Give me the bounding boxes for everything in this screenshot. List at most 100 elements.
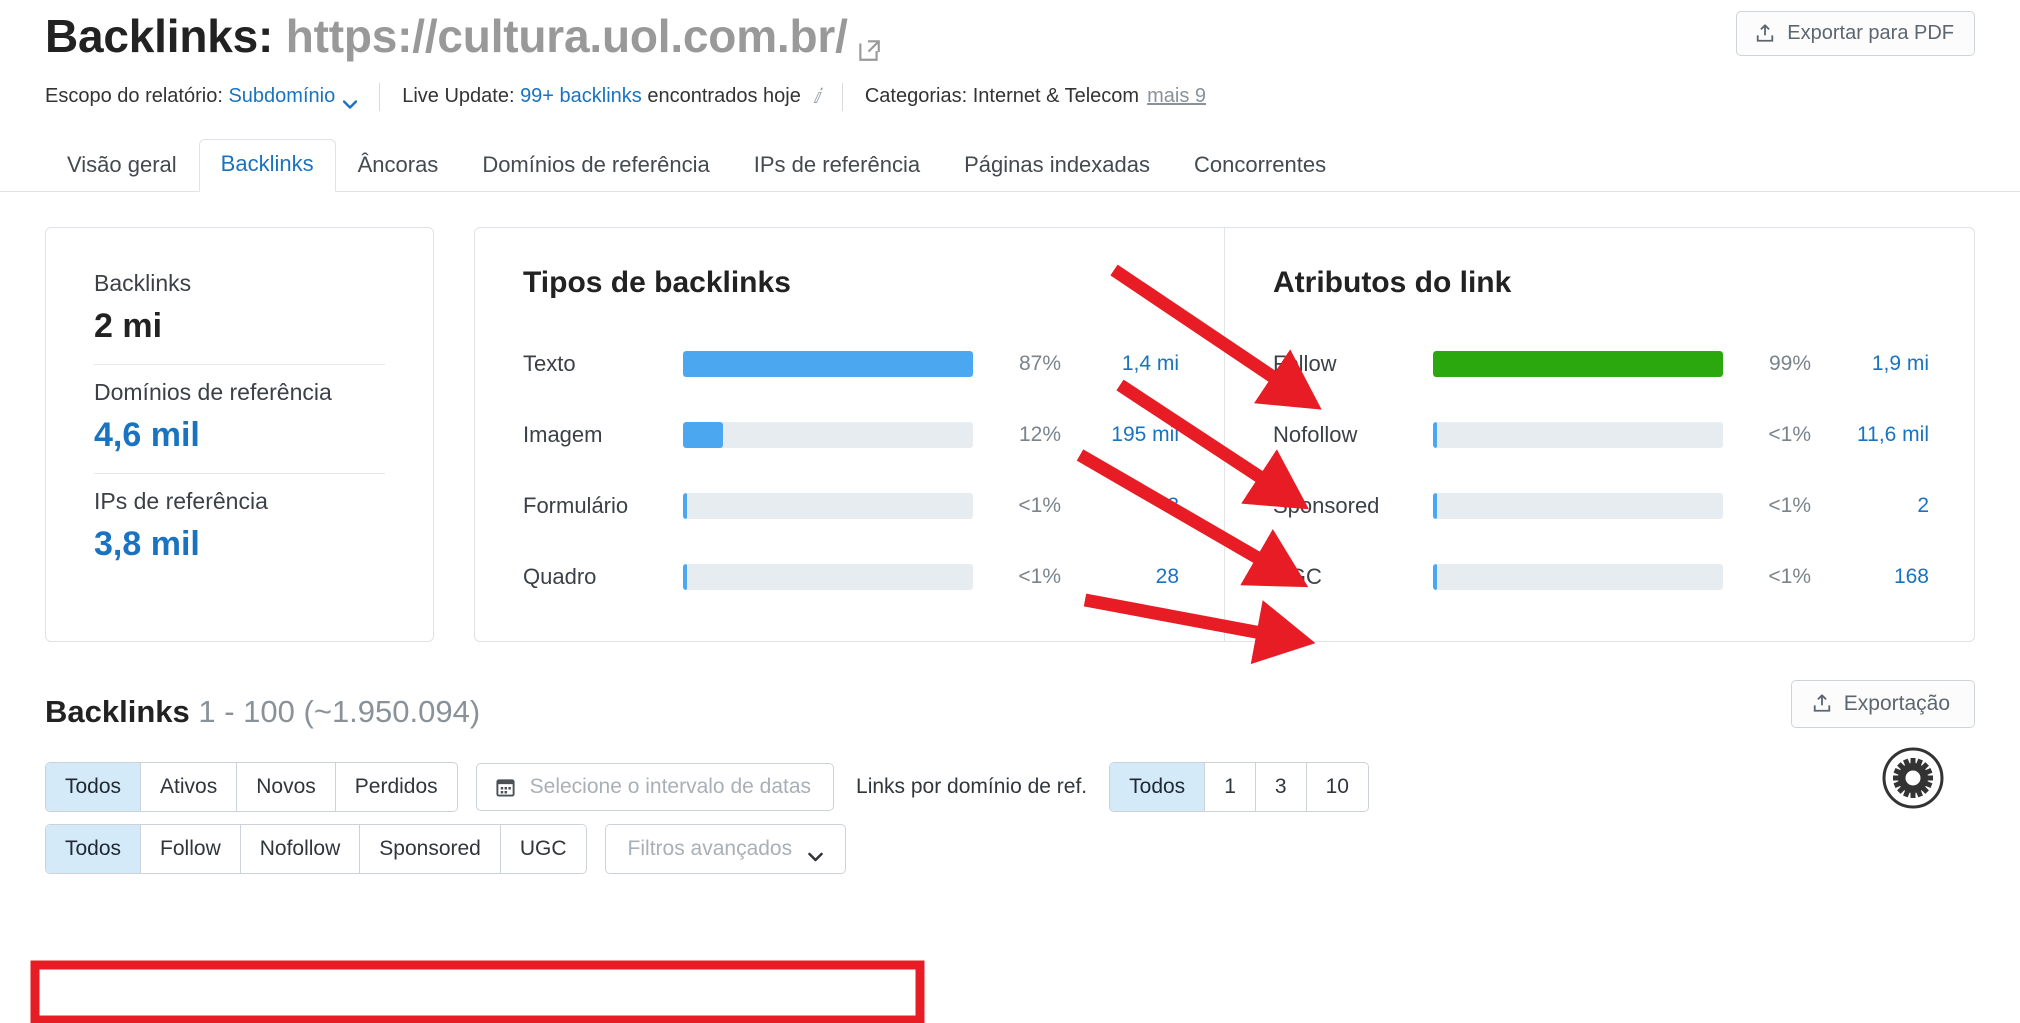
tabs: Visão geral Backlinks Âncoras Domínios d…: [0, 137, 2020, 192]
categories-more-link[interactable]: mais 9: [1147, 85, 1206, 108]
gear-icon[interactable]: [1882, 747, 1944, 809]
bar-percent: 99%: [1768, 351, 1811, 375]
annotation-highlight-box: [30, 960, 925, 1023]
stat-backlinks: Backlinks 2 mi: [94, 256, 385, 364]
categories-label: Categorias:: [864, 85, 968, 108]
categories-value: Internet & Telecom: [972, 85, 1140, 108]
backlinks-heading-bold: Backlinks: [45, 693, 190, 729]
bar-fill: [683, 563, 688, 590]
bar-count[interactable]: 2: [1811, 494, 1929, 518]
bar-count[interactable]: 3: [1061, 494, 1179, 518]
links-per-domain-10[interactable]: 10: [1306, 762, 1368, 811]
filters-row-attributes: Todos Follow Nofollow Sponsored UGC Filt…: [45, 823, 1975, 874]
bar-label: UGC: [1273, 563, 1322, 589]
bar-percent: <1%: [1768, 422, 1811, 446]
links-per-domain-group: Todos 1 3 10: [1109, 761, 1369, 812]
status-filter-todos[interactable]: Todos: [46, 762, 142, 811]
date-range-input[interactable]: Selecione o intervalo de datas: [475, 762, 835, 811]
report-scope-value[interactable]: Subdomínio: [228, 85, 335, 108]
chevron-down-icon: [808, 844, 823, 862]
bar-label: Quadro: [523, 563, 597, 589]
bar-count[interactable]: 195 mil: [1061, 423, 1179, 447]
upload-icon: [1755, 23, 1775, 44]
upload-icon: [1812, 693, 1832, 714]
filters-row-status: Todos Ativos Novos Perdidos Selecione o …: [45, 761, 1975, 812]
charts-card: Tipos de backlinks Texto 87% 1,4 mi Imag…: [474, 226, 1975, 642]
bar-row: Nofollow <1% 11,6 mil: [1273, 411, 1929, 459]
bar-count[interactable]: 11,6 mil: [1811, 423, 1929, 447]
page-title: Backlinks: https://cultura.uol.com.br/: [45, 10, 882, 63]
meta-divider: [379, 82, 381, 111]
bar-track: [683, 421, 973, 448]
links-per-domain-label: Links por domínio de ref.: [856, 774, 1088, 798]
advanced-filters-label: Filtros avançados: [627, 836, 793, 860]
links-per-domain-1[interactable]: 1: [1205, 762, 1256, 811]
tab-concorrentes[interactable]: Concorrentes: [1172, 140, 1348, 192]
bar-row: Sponsored <1% 2: [1273, 482, 1929, 530]
advanced-filters-dropdown[interactable]: Filtros avançados: [604, 823, 847, 874]
links-per-domain-3[interactable]: 3: [1255, 762, 1307, 811]
categories: Categorias: Internet & Telecom mais 9: [865, 85, 1206, 108]
stat-dominios-referencia: Domínios de referência 4,6 mil: [94, 363, 385, 473]
bar-track: [1433, 350, 1723, 377]
bar-track: [1433, 492, 1723, 519]
export-button[interactable]: Exportação: [1790, 679, 1975, 728]
page-header: Backlinks: https://cultura.uol.com.br/ E…: [0, 0, 2020, 111]
attribute-filter-nofollow[interactable]: Nofollow: [240, 824, 361, 873]
attribute-filter-ugc[interactable]: UGC: [500, 824, 586, 873]
export-pdf-label: Exportar para PDF: [1787, 22, 1954, 44]
export-pdf-button[interactable]: Exportar para PDF: [1736, 11, 1975, 56]
attribute-filter-sponsored[interactable]: Sponsored: [360, 824, 501, 873]
attribute-filter-follow[interactable]: Follow: [141, 824, 241, 873]
stat-value[interactable]: 4,6 mil: [94, 416, 385, 455]
bar-track: [683, 350, 973, 377]
stat-label: IPs de referência: [94, 487, 268, 514]
status-filter-novos[interactable]: Novos: [237, 762, 336, 811]
status-filter-ativos[interactable]: Ativos: [141, 762, 238, 811]
bar-label: Sponsored: [1273, 492, 1380, 518]
status-filter-perdidos[interactable]: Perdidos: [335, 762, 457, 811]
bar-count[interactable]: 1,4 mi: [1061, 352, 1179, 376]
live-update-label: Live Update:: [402, 85, 515, 108]
stat-value[interactable]: 3,8 mil: [94, 525, 385, 564]
bar-label: Texto: [523, 350, 576, 376]
chart-title: Tipos de backlinks: [523, 265, 791, 299]
tab-dominios-de-referencia[interactable]: Domínios de referência: [460, 140, 731, 192]
page-title-url: https://cultura.uol.com.br/: [285, 10, 848, 62]
bar-count[interactable]: 1,9 mi: [1811, 352, 1929, 376]
bar-percent: <1%: [1018, 493, 1061, 517]
bar-label: Follow: [1273, 350, 1337, 376]
export-label: Exportação: [1843, 691, 1950, 715]
chart-title: Atributos do link: [1273, 265, 1512, 299]
bar-count[interactable]: 168: [1811, 565, 1929, 589]
bar-percent: <1%: [1768, 564, 1811, 588]
backlinks-table-section: Backlinks 1 - 100 (~1.950.094) Exportaçã…: [0, 642, 2020, 874]
chevron-down-icon[interactable]: [343, 92, 358, 110]
bar-fill: [1433, 492, 1438, 519]
link-attributes-panel: Atributos do link Follow 99% 1,9 mi Nofo…: [1224, 227, 1974, 641]
tab-visao-geral[interactable]: Visão geral: [45, 140, 199, 192]
bar-row: Quadro <1% 28: [523, 553, 1179, 601]
bar-row: Follow 99% 1,9 mi: [1273, 340, 1929, 388]
tab-ancoras[interactable]: Âncoras: [336, 140, 461, 192]
bar-track: [683, 492, 973, 519]
live-update: Live Update: 99+ backlinks encontrados h…: [402, 84, 820, 109]
backlinks-count-heading: Backlinks 1 - 100 (~1.950.094): [45, 694, 1975, 730]
tab-ips-de-referencia[interactable]: IPs de referência: [732, 140, 942, 192]
info-icon[interactable]: ⅈ: [813, 84, 820, 109]
report-scope: Escopo do relatório: Subdomínio: [45, 85, 358, 110]
external-link-icon[interactable]: [856, 21, 882, 61]
tab-backlinks[interactable]: Backlinks: [198, 138, 336, 192]
bar-track: [1433, 563, 1723, 590]
attribute-filter-todos[interactable]: Todos: [46, 824, 142, 873]
live-update-count[interactable]: 99+ backlinks: [520, 85, 642, 108]
tab-paginas-indexadas[interactable]: Páginas indexadas: [942, 140, 1172, 192]
bar-label: Nofollow: [1273, 421, 1358, 447]
meta-divider-2: [841, 82, 843, 111]
bar-label: Imagem: [523, 421, 603, 447]
links-per-domain-todos[interactable]: Todos: [1110, 762, 1206, 811]
bar-count[interactable]: 28: [1061, 565, 1179, 589]
bar-percent: <1%: [1768, 493, 1811, 517]
bar-fill: [1433, 563, 1438, 590]
page-title-prefix: Backlinks:: [45, 10, 274, 62]
